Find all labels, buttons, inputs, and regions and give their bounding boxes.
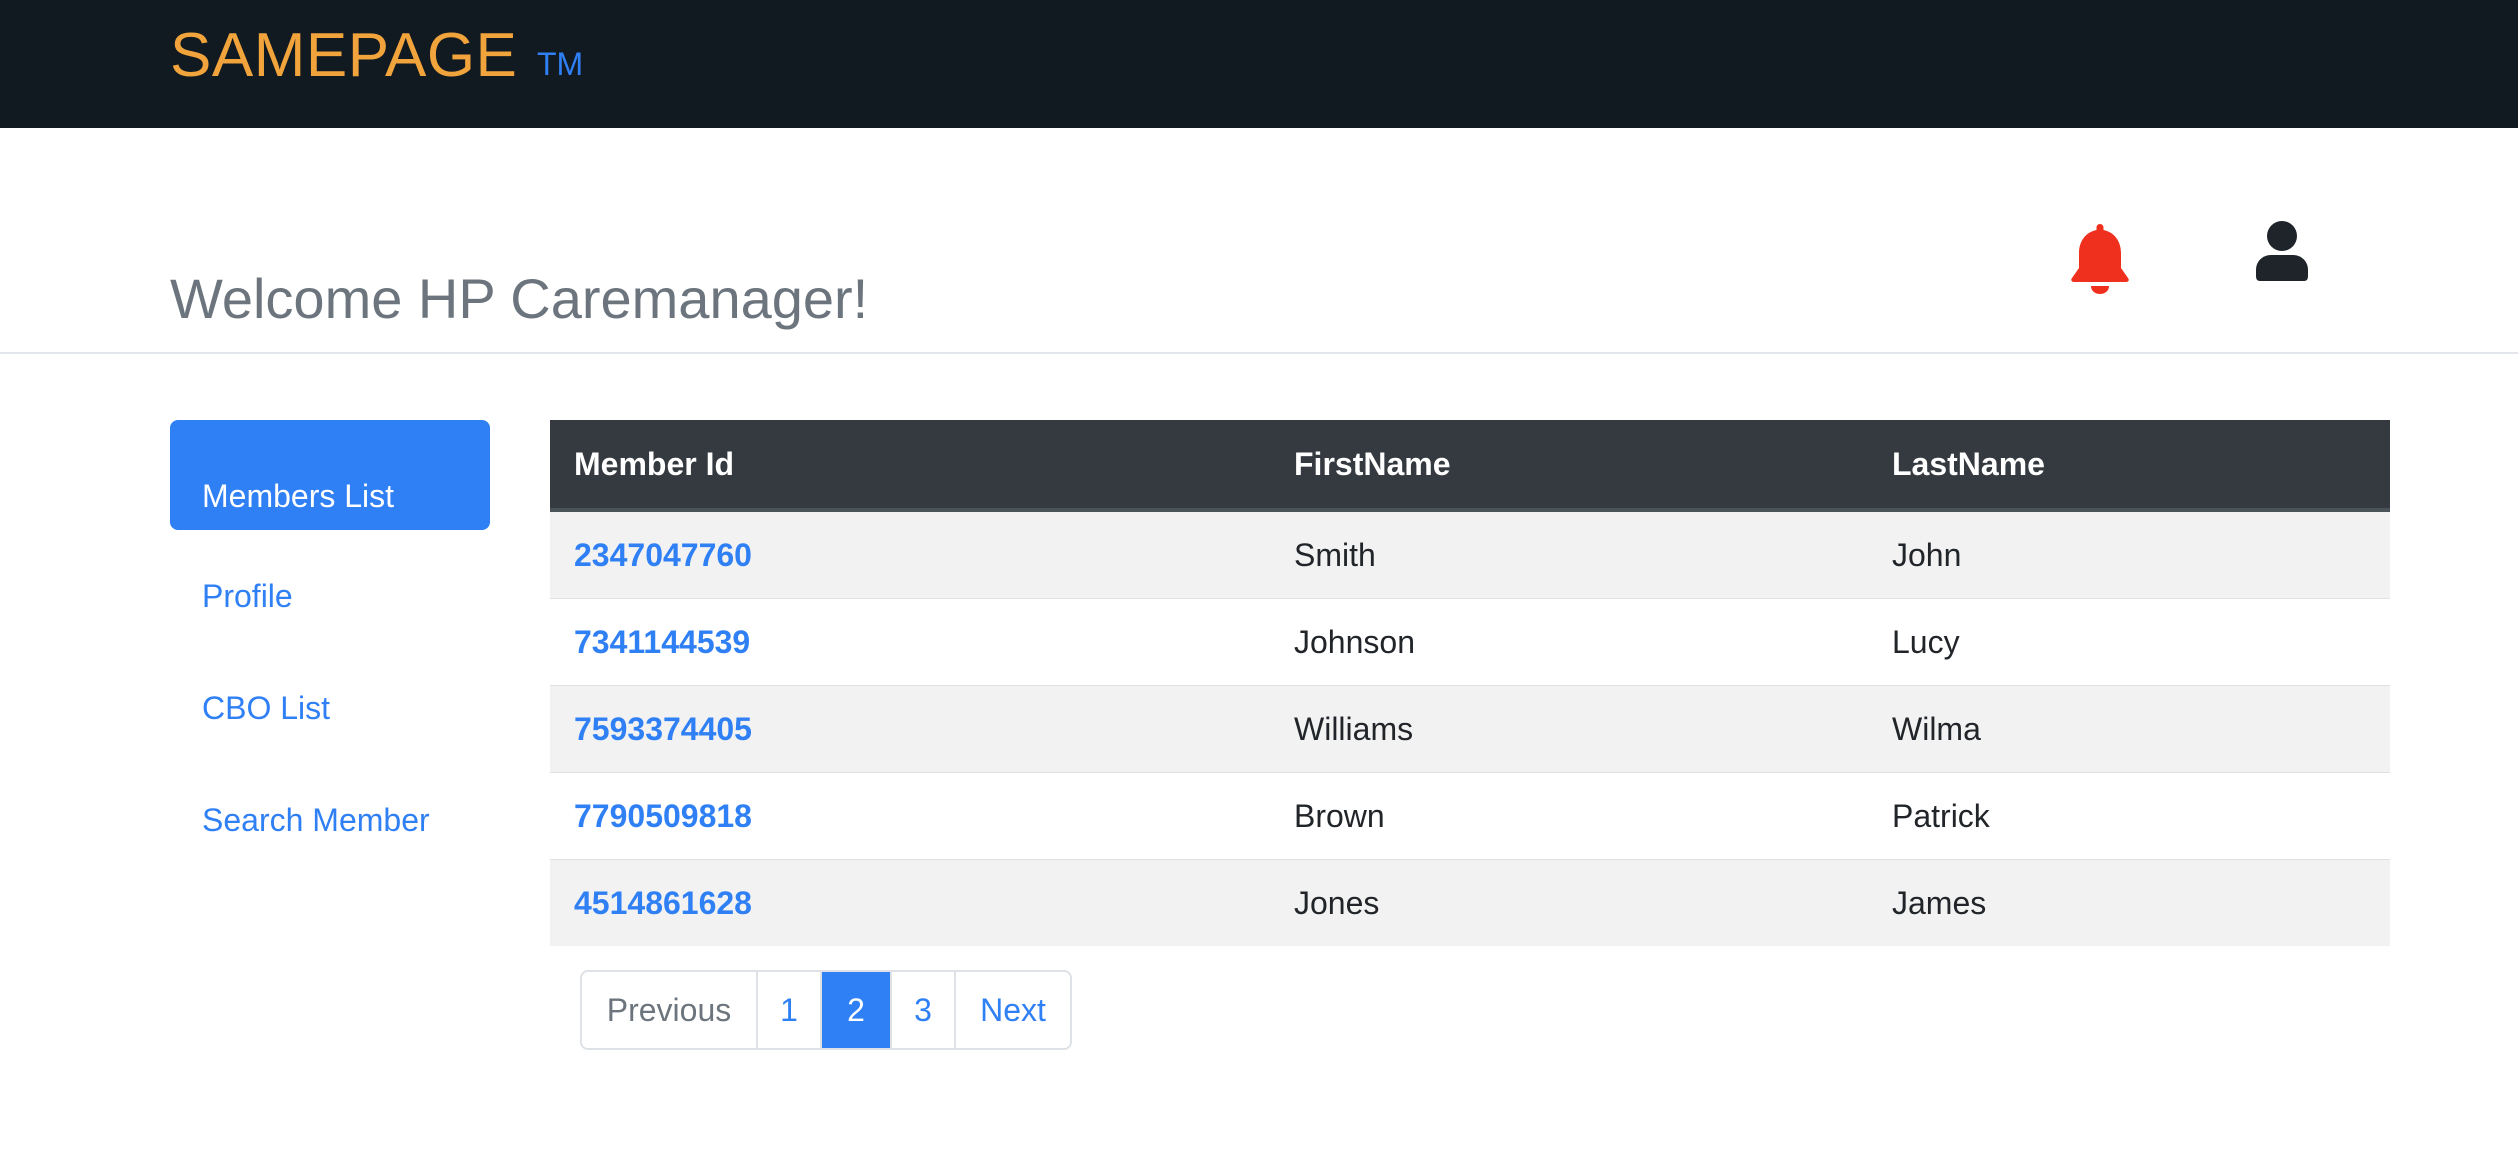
top-navbar: SAMEPAGE TM (0, 0, 2518, 128)
lastname-cell: James (1892, 884, 1987, 921)
brand-logo[interactable]: SAMEPAGE (170, 16, 517, 96)
lastname-cell: Wilma (1868, 685, 2390, 773)
next-page-button[interactable]: Next (954, 972, 1070, 1048)
table-row: 4514861628 Jones James (550, 859, 2390, 947)
firstname-cell: Johnson (1270, 598, 1868, 686)
members-table-container: Member Id FirstName LastName 2347047760 … (550, 420, 2390, 946)
member-id-link[interactable]: 7593374405 (574, 711, 752, 747)
lastname-cell: Patrick (1868, 772, 2390, 860)
member-id-cell: 7790509818 (550, 772, 1270, 860)
firstname-cell: Smith (1270, 510, 1868, 599)
column-header-lastname: LastName (1868, 420, 2390, 512)
table-header-row: Member Id FirstName LastName (550, 420, 2390, 512)
trademark-label: TM (537, 46, 584, 82)
firstname-cell: Williams (1270, 685, 1868, 773)
member-id-cell: 7593374405 (550, 685, 1270, 773)
page-1-button[interactable]: 1 (756, 972, 820, 1048)
member-id-link[interactable]: 7790509818 (574, 798, 752, 834)
members-table: Member Id FirstName LastName 2347047760 … (550, 420, 2390, 946)
member-id-cell: 7341144539 (550, 598, 1270, 686)
member-id-link[interactable]: 4514861628 (574, 885, 752, 921)
member-id-link[interactable]: 7341144539 (574, 624, 750, 660)
table-row: 7593374405 Williams Wilma (550, 685, 2390, 773)
user-icon[interactable] (2256, 220, 2308, 282)
page-2-button[interactable]: 2 (820, 972, 890, 1048)
table-row: 7341144539 Johnson Lucy (550, 598, 2390, 686)
sidebar-item-profile[interactable]: Profile (170, 530, 490, 642)
sidebar-item-members-list[interactable]: Members List (170, 420, 490, 530)
table-row: 7790509818 Brown Patrick (550, 772, 2390, 860)
sidebar-item-search-member[interactable]: Search Member (170, 754, 490, 866)
column-header-member-id: Member Id (550, 420, 1270, 512)
column-header-firstname: FirstName (1270, 420, 1868, 512)
welcome-header: Welcome HP Caremanager! (0, 128, 2518, 354)
bell-icon[interactable] (2066, 220, 2134, 296)
sidebar-nav: Members List Profile CBO List Search Mem… (170, 420, 490, 866)
member-id-cell: 2347047760 (550, 510, 1270, 599)
previous-page-button[interactable]: Previous (582, 972, 756, 1048)
page-3-button[interactable]: 3 (890, 972, 954, 1048)
member-id-link[interactable]: 2347047760 (574, 537, 752, 573)
member-id-cell: 4514861628 (550, 860, 1270, 947)
pagination: Previous 1 2 3 Next (580, 970, 1072, 1050)
sidebar-item-cbo-list[interactable]: CBO List (170, 642, 490, 754)
table-row: 2347047760 Smith John (550, 510, 2390, 599)
firstname-cell: Brown (1270, 772, 1868, 860)
lastname-cell: John (1868, 510, 2390, 599)
firstname-cell: Jones (1294, 884, 1380, 921)
lastname-cell: Lucy (1868, 598, 2390, 686)
welcome-title: Welcome HP Caremanager! (170, 266, 869, 330)
